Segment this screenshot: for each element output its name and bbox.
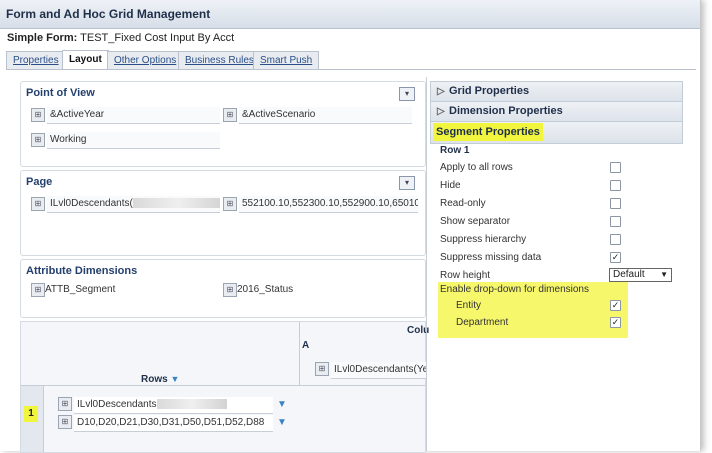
row-member-text: ILvl0Descendants bbox=[77, 399, 157, 410]
pov-member-version[interactable]: Working bbox=[47, 132, 220, 149]
prop-label: Hide bbox=[440, 180, 461, 191]
chevron-down-icon: ▼ bbox=[660, 270, 668, 279]
column-letter: A bbox=[302, 340, 310, 351]
member-selector-icon[interactable]: ⊞ bbox=[223, 108, 237, 122]
tab-business-rules[interactable]: Business Rules bbox=[178, 51, 261, 69]
row-dropdown-icon[interactable]: ▼ bbox=[277, 417, 287, 428]
member-selector-icon[interactable]: ⊞ bbox=[31, 197, 45, 211]
row-height-value: Default bbox=[613, 269, 645, 280]
member-selector-icon[interactable]: ⊞ bbox=[31, 108, 45, 122]
redacted-block bbox=[132, 198, 220, 209]
show-separator-checkbox[interactable] bbox=[610, 216, 621, 227]
entity-checkbox[interactable]: ✓ bbox=[610, 300, 621, 311]
row-dropdown-icon[interactable]: ▼ bbox=[277, 399, 287, 410]
row-height-label: Row height bbox=[440, 270, 491, 281]
chevron-right-icon: ▷ bbox=[437, 106, 445, 117]
apply-all-rows-checkbox[interactable] bbox=[610, 162, 621, 173]
rows-label-wrap: Rows ▼ bbox=[141, 374, 179, 385]
dimension-properties-header[interactable]: ▷ Dimension Properties bbox=[430, 101, 683, 122]
column-member[interactable]: ILvl0Descendants(Yea bbox=[331, 362, 426, 379]
tab-other-options[interactable]: Other Options bbox=[107, 51, 184, 69]
member-selector-icon[interactable]: ⊞ bbox=[58, 415, 72, 429]
row-member-department[interactable]: D10,D20,D21,D30,D31,D50,D51,D52,D88 bbox=[74, 415, 273, 432]
dropdown-dim-label: Department bbox=[456, 317, 509, 328]
row-number-badge: 1 bbox=[24, 406, 38, 422]
prop-label: Suppress hierarchy bbox=[440, 234, 527, 245]
prop-label: Read-only bbox=[440, 198, 486, 209]
rows-dropdown-icon[interactable]: ▼ bbox=[170, 374, 179, 384]
redacted-block bbox=[156, 399, 227, 410]
grid-separator bbox=[299, 322, 300, 386]
rows-label: Rows bbox=[141, 374, 168, 385]
read-only-checkbox[interactable] bbox=[610, 198, 621, 209]
page-panel: Page ▾ ⊞ ILvl0Descendants( ⊞ 552100.10,5… bbox=[20, 170, 426, 256]
grid-properties-label: Grid Properties bbox=[449, 85, 530, 97]
department-checkbox[interactable]: ✓ bbox=[610, 317, 621, 328]
segment-properties-header[interactable]: Segment Properties bbox=[430, 121, 683, 144]
grid-separator bbox=[21, 385, 425, 386]
dimension-selector-icon[interactable]: ▾ bbox=[399, 87, 415, 101]
prop-label: Apply to all rows bbox=[440, 162, 513, 173]
grid-properties-header[interactable]: ▷ Grid Properties bbox=[430, 81, 683, 102]
attribute-icon: ⊞ bbox=[31, 283, 45, 297]
tab-smart-push[interactable]: Smart Push bbox=[253, 51, 320, 69]
member-selector-icon[interactable]: ⊞ bbox=[31, 133, 45, 147]
segment-properties-label: Segment Properties bbox=[433, 123, 543, 141]
prop-label: Show separator bbox=[440, 216, 511, 227]
hide-checkbox[interactable] bbox=[610, 180, 621, 191]
page-member-entity[interactable]: ILvl0Descendants( bbox=[47, 196, 220, 213]
pane-divider[interactable] bbox=[426, 77, 427, 451]
attribute-dimensions-title: Attribute Dimensions bbox=[26, 265, 138, 277]
tab-layout[interactable]: Layout bbox=[62, 50, 109, 70]
form-name: TEST_Fixed Cost Input By Acct bbox=[80, 32, 235, 44]
suppress-missing-checkbox[interactable]: ✓ bbox=[610, 252, 621, 263]
page-title: Page bbox=[26, 176, 53, 188]
page-member-text: ILvl0Descendants( bbox=[50, 198, 133, 209]
page-member-accounts[interactable]: 552100.10,552300.10,552900.10,650100. bbox=[239, 196, 418, 213]
suppress-hierarchy-checkbox[interactable] bbox=[610, 234, 621, 245]
pov-panel: Point of View ▾ ⊞ &ActiveYear ⊞ &ActiveS… bbox=[20, 81, 426, 167]
attribute-dimensions-panel: Attribute Dimensions ⊞ ATTB_Segment ⊞ 20… bbox=[20, 259, 426, 318]
member-selector-icon[interactable]: ⊞ bbox=[315, 362, 329, 376]
dropdown-heading: Enable drop-down for dimensions bbox=[440, 284, 589, 295]
member-selector-icon[interactable]: ⊞ bbox=[58, 397, 72, 411]
form-name-line: Simple Form: TEST_Fixed Cost Input By Ac… bbox=[7, 32, 234, 44]
prop-label: Suppress missing data bbox=[440, 252, 542, 263]
dimension-selector-icon[interactable]: ▾ bbox=[399, 176, 415, 190]
window-title: Form and Ad Hoc Grid Management bbox=[6, 7, 211, 21]
row-height-select[interactable]: Default ▼ bbox=[609, 268, 672, 282]
attribute-member[interactable]: 2016_Status bbox=[237, 282, 387, 298]
row-heading: Row 1 bbox=[440, 145, 470, 156]
pov-title: Point of View bbox=[26, 87, 95, 99]
title-bar: Form and Ad Hoc Grid Management bbox=[0, 0, 700, 29]
member-selector-icon[interactable]: ⊞ bbox=[223, 197, 237, 211]
tab-properties[interactable]: Properties bbox=[6, 51, 66, 69]
chevron-right-icon: ▷ bbox=[437, 86, 445, 97]
attribute-member[interactable]: ATTB_Segment bbox=[45, 282, 195, 298]
attribute-icon: ⊞ bbox=[223, 283, 237, 297]
dropdown-dim-label: Entity bbox=[456, 300, 482, 311]
tab-underline bbox=[6, 69, 696, 70]
grid-layout-area: Colu A ⊞ ILvl0Descendants(Yea Rows ▼ 1 ⊞… bbox=[20, 321, 429, 453]
pov-member-scenario[interactable]: &ActiveScenario bbox=[239, 107, 412, 124]
dimension-properties-label: Dimension Properties bbox=[449, 105, 563, 117]
form-management-window: Form and Ad Hoc Grid Management Simple F… bbox=[0, 0, 701, 453]
pov-member-year[interactable]: &ActiveYear bbox=[47, 107, 220, 124]
row-member-entity[interactable]: ILvl0Descendants bbox=[74, 397, 273, 414]
form-label: Simple Form: bbox=[7, 32, 78, 44]
